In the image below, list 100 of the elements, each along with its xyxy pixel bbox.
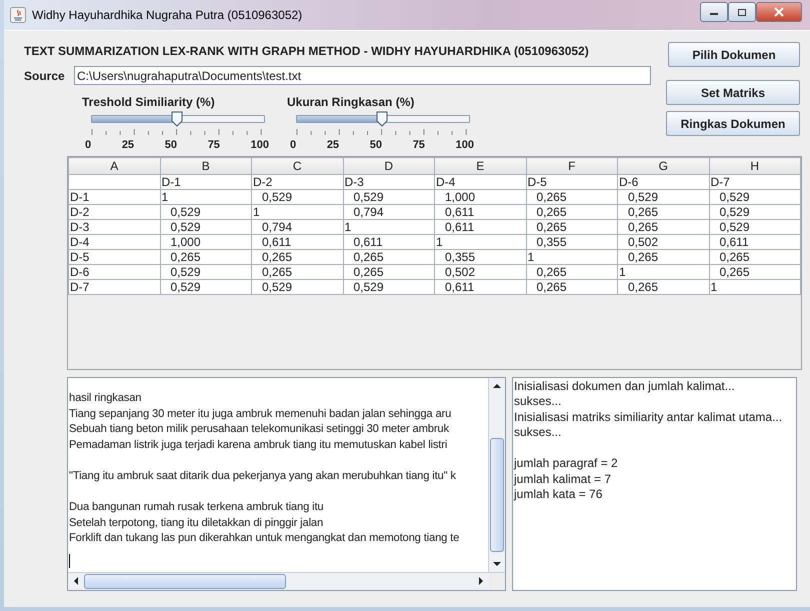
action-button[interactable]: Ringkas Dokumen — [666, 111, 800, 136]
column-header[interactable]: A — [68, 158, 160, 174]
action-button[interactable]: Set Matriks — [666, 80, 800, 105]
source-field[interactable]: C:\Users\nugrahaputra\Documents\test.txt — [74, 66, 651, 85]
table-cell: D-1 — [68, 190, 160, 204]
slider-label: Ukuran Ringkasan (%) — [287, 95, 416, 109]
text-line: jumlah kalimat = 7 — [514, 472, 612, 488]
table-cell: 1 — [618, 264, 709, 280]
table-cell: 0,265 — [343, 250, 434, 264]
table-cell: 0,611 — [434, 220, 526, 234]
column-header[interactable]: B — [160, 158, 252, 174]
table-cell: 0,794 — [252, 220, 343, 234]
table-cell: 0,611 — [434, 280, 526, 294]
summary-text-area[interactable] — [67, 377, 506, 591]
table-cell: 0,265 — [709, 250, 800, 264]
table-cell: 0,529 — [709, 204, 800, 220]
text-line: Inisialisasi dokumen dan jumlah kalimat... — [514, 379, 736, 394]
table-cell: 0,529 — [252, 280, 343, 294]
table-cell: 0,265 — [526, 264, 618, 280]
action-button[interactable]: Pilih Dokumen — [668, 42, 800, 67]
text-line: "Tiang itu ambruk saat ditarik dua pekerjanya yang akan merubuhkan tiang itu" k — [69, 468, 457, 484]
table-cell: 0,265 — [526, 280, 618, 294]
table-cell: D-5 — [526, 174, 618, 190]
column-header[interactable]: C — [252, 158, 343, 174]
maximize-button[interactable] — [728, 2, 756, 22]
table-cell: D-5 — [68, 250, 160, 264]
table-cell: 1,000 — [160, 234, 252, 250]
close-button[interactable] — [756, 2, 802, 22]
text-line: Pemadaman listrik juga terjadi karena ambruk tiang itu memutuskan kabel listri — [69, 438, 448, 453]
source-label: Source — [24, 68, 64, 84]
text-line: sukses... — [514, 394, 562, 410]
maximize-icon — [737, 8, 747, 16]
table-cell: 0,265 — [709, 264, 800, 280]
scrollbar-thumb[interactable] — [84, 574, 286, 589]
table-cell: 0,611 — [252, 234, 343, 250]
text-line: hasil ringkasan — [69, 391, 142, 406]
table-cell: 0,265 — [343, 264, 434, 280]
text-line: sukses... — [514, 425, 562, 441]
text-line: Setelah terpotong, tiang itu diletakkan di pinggir jalan — [69, 516, 324, 531]
table-cell: 0,529 — [709, 190, 800, 204]
table-cell: 0,265 — [526, 204, 618, 220]
table-cell: D-2 — [252, 174, 343, 190]
table-cell: D-6 — [68, 264, 160, 280]
table-cell: 0,502 — [618, 234, 709, 250]
tick-label: 100 — [250, 139, 269, 151]
table-cell: D-3 — [343, 174, 434, 190]
tick-label: 25 — [122, 139, 134, 151]
slider-label: Treshold Similiarity (%) — [82, 95, 216, 109]
table-cell: D-7 — [709, 174, 800, 190]
vertical-scrollbar[interactable] — [488, 378, 505, 572]
close-icon — [774, 7, 784, 17]
table-cell: 0,794 — [343, 204, 434, 220]
table-cell: 0,265 — [526, 220, 618, 234]
minimize-button[interactable] — [700, 2, 728, 22]
table-cell: 1 — [526, 250, 618, 264]
table-cell: D-4 — [68, 234, 160, 250]
table-cell: D-4 — [434, 174, 526, 190]
tick-label: 0 — [290, 139, 296, 151]
column-header[interactable]: E — [434, 158, 526, 174]
table-cell: D-1 — [160, 174, 252, 190]
tick-label: 50 — [164, 139, 177, 151]
table-cell: D-2 — [68, 204, 160, 220]
table-cell: 0,265 — [252, 264, 343, 280]
column-header[interactable]: G — [618, 158, 709, 174]
column-header[interactable]: D — [343, 158, 434, 174]
table-cell: 0,611 — [343, 234, 434, 250]
table-cell: 0,265 — [618, 220, 709, 234]
table-cell: 0,611 — [434, 204, 526, 220]
text-line: Tiang sepanjang 30 meter itu juga ambruk memenuhi badan jalan sehingga aru — [69, 406, 452, 422]
window-title: Widhy Hayuhardhika Nugraha Putra (0510963052) — [32, 8, 302, 22]
table-cell: 0,265 — [618, 280, 709, 294]
column-header[interactable]: F — [526, 158, 618, 174]
tick-label: 100 — [456, 139, 474, 151]
scrollbar-thumb[interactable] — [490, 438, 504, 552]
table-cell: 0,265 — [252, 250, 343, 264]
slider-thumb[interactable] — [376, 111, 388, 127]
table-cell: 0,502 — [434, 264, 526, 280]
table-cell: 0,529 — [160, 280, 252, 294]
scrollbar-corner — [489, 573, 505, 590]
tick-label: 25 — [326, 139, 340, 151]
table-cell: 1 — [709, 280, 800, 294]
table-cell: 1,000 — [434, 190, 526, 204]
text-line: Dua bangunan rumah rusak terkena ambruk tiang itu — [69, 500, 324, 516]
table-cell: 0,529 — [252, 190, 343, 204]
slider-thumb[interactable] — [171, 111, 183, 127]
text-line: Sebuah tiang beton milik perusahaan telekomunikasi setinggi 30 meter ambruk — [69, 422, 450, 438]
app-heading: TEXT SUMMARIZATION LEX-RANK WITH GRAPH METHOD - WIDHY HAYUHARDHIKA (0510963052) — [24, 44, 589, 58]
table-cell: 0,529 — [343, 190, 434, 204]
text-line: jumlah paragraf = 2 — [514, 456, 619, 472]
text-line: Forklift dan tukang las pun dikerahkan untuk mengangkat dan memotong tiang te — [69, 531, 460, 546]
tick-label: 50 — [370, 139, 382, 151]
table-cell: 1 — [343, 220, 434, 234]
log-text-area[interactable]: Inisialisasi dokumen dan jumlah kalimat... sukses... Inisialisasi matriks similiarity antar kalimat utama... sukses... jumlah paragraf = 2 jumlah kalimat = 7 jumlah kata = 76 — [512, 377, 797, 591]
horizontal-scrollbar[interactable] — [68, 572, 505, 590]
table-cell: D-6 — [618, 174, 709, 190]
table-cell: 0,529 — [160, 220, 252, 234]
table-cell: 0,529 — [618, 190, 709, 204]
text-line: Inisialisasi matriks similiarity antar kalimat utama... — [514, 410, 784, 426]
column-header[interactable]: H — [709, 158, 800, 174]
tick-label: 75 — [208, 139, 220, 151]
